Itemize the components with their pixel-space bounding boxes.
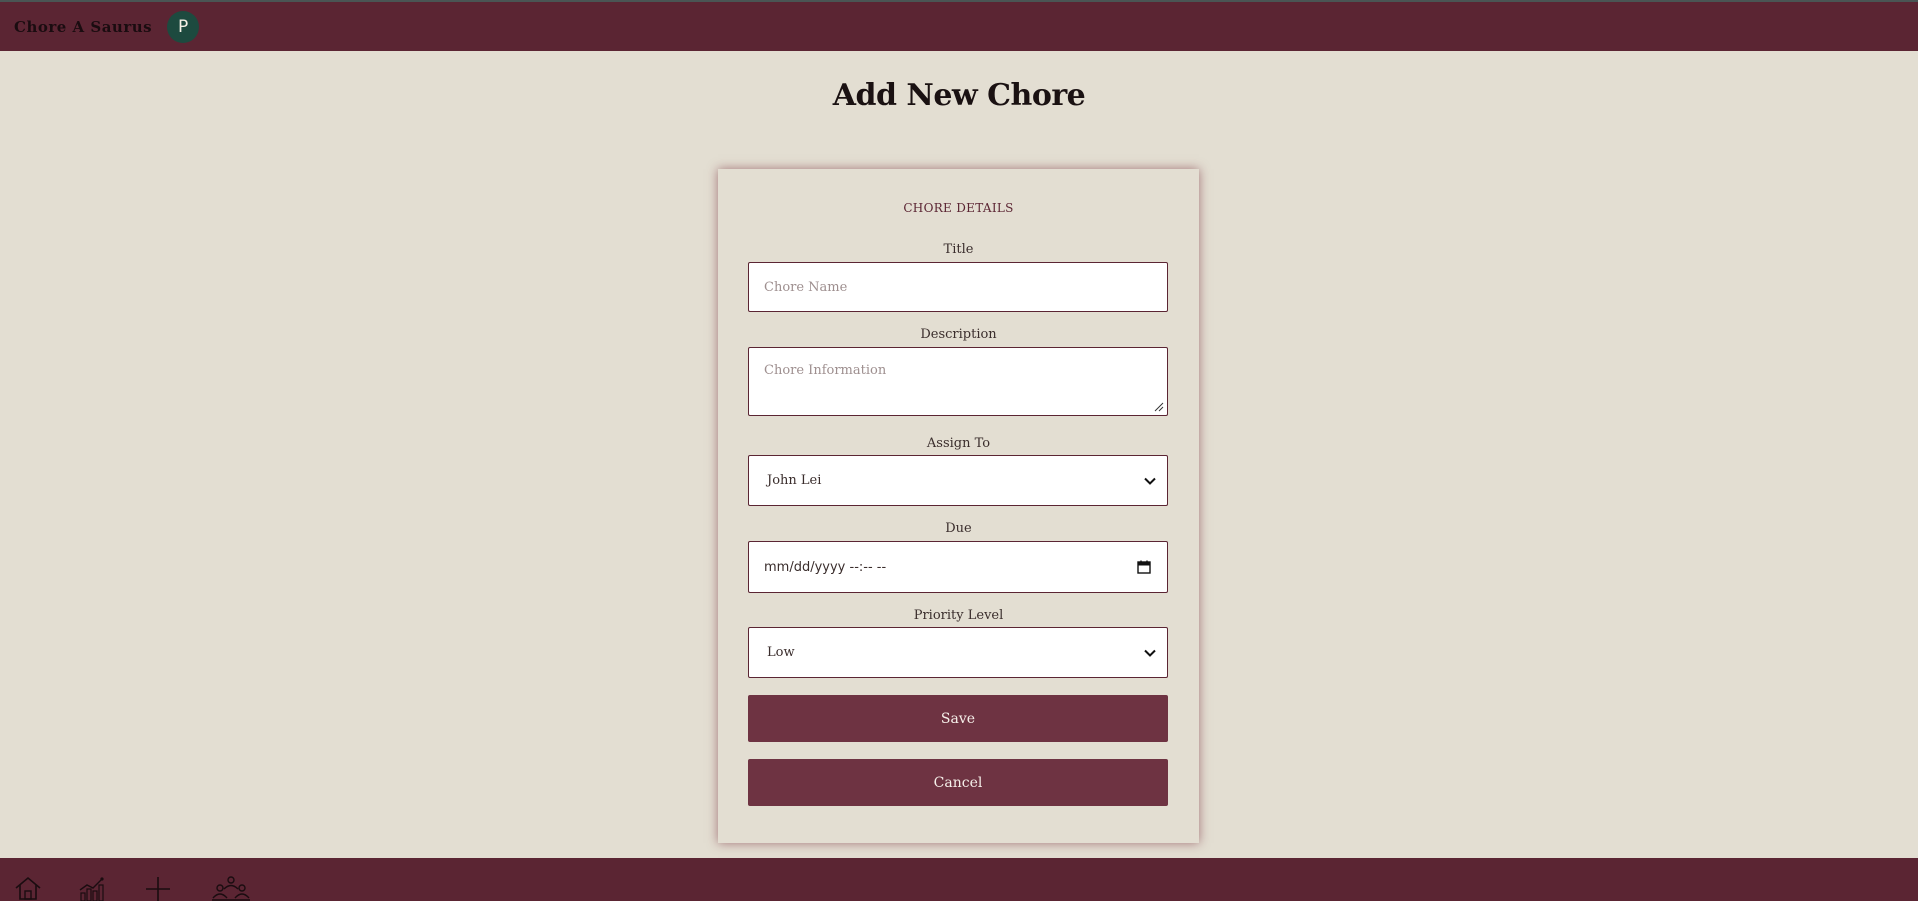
- description-textarea[interactable]: Chore Information: [748, 347, 1168, 416]
- stats-icon[interactable]: [77, 875, 109, 901]
- description-placeholder: Chore Information: [764, 363, 887, 378]
- priority-value: Low: [767, 645, 795, 660]
- user-avatar[interactable]: P: [167, 10, 200, 43]
- home-icon[interactable]: [12, 875, 44, 901]
- priority-label: Priority Level: [913, 608, 1004, 623]
- assign-value: John Lei: [767, 473, 822, 488]
- add-icon[interactable]: [142, 875, 174, 901]
- resize-handle-icon[interactable]: [1154, 402, 1164, 412]
- chevron-down-icon: [1144, 477, 1156, 485]
- calendar-icon[interactable]: [1137, 560, 1151, 574]
- description-label: Description: [920, 327, 997, 342]
- cancel-button[interactable]: Cancel: [748, 759, 1168, 806]
- assign-label: Assign To: [926, 436, 991, 451]
- chevron-down-icon: [1144, 649, 1156, 657]
- title-placeholder: Chore Name: [764, 279, 848, 295]
- app-brand[interactable]: Chore A Saurus: [14, 18, 152, 36]
- page-title: Add New Chore: [832, 78, 1086, 113]
- priority-select[interactable]: Low: [748, 627, 1168, 678]
- family-icon[interactable]: [210, 875, 252, 901]
- due-label: Due: [945, 521, 972, 536]
- section-title: CHORE DETAILS: [903, 201, 1014, 215]
- title-label: Title: [943, 242, 974, 257]
- bottom-navbar: [0, 858, 1918, 901]
- due-placeholder: mm/dd/yyyy --:-- --: [764, 559, 887, 575]
- title-input[interactable]: Chore Name: [748, 262, 1168, 312]
- top-navbar: Chore A Saurus P: [0, 0, 1918, 51]
- assign-select[interactable]: John Lei: [748, 455, 1168, 506]
- chore-form-card: CHORE DETAILS Title Chore Name Descripti…: [718, 169, 1199, 843]
- save-button[interactable]: Save: [748, 695, 1168, 742]
- due-datetime-input[interactable]: mm/dd/yyyy --:-- --: [748, 541, 1168, 593]
